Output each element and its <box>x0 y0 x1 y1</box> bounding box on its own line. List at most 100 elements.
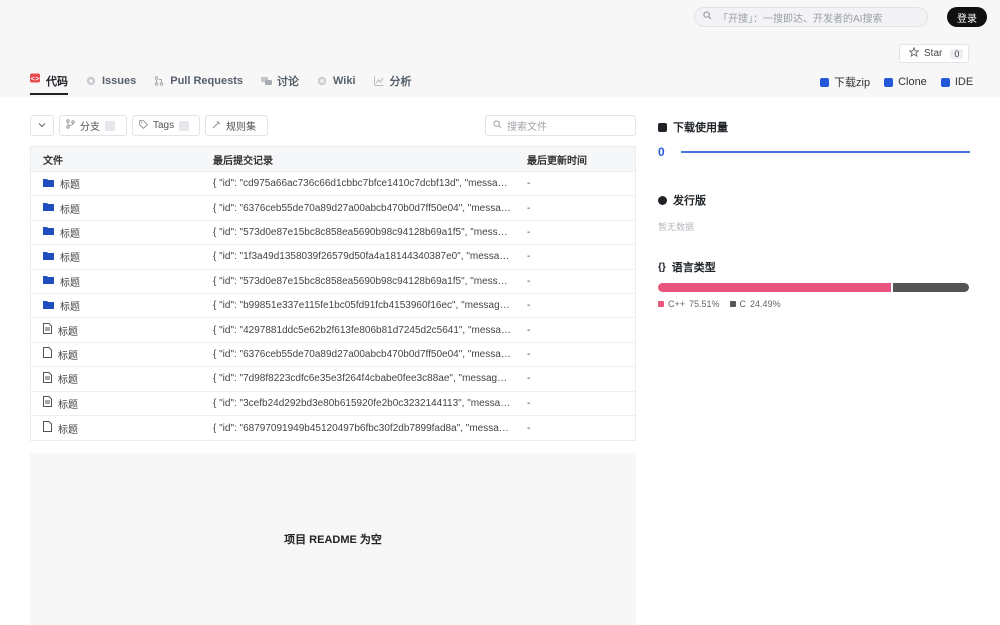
updated-time: - <box>527 300 531 312</box>
language-name: C <box>739 299 747 309</box>
file-cell: 标题 <box>31 201 213 216</box>
branches-button[interactable]: 分支 <box>59 115 127 136</box>
file-name[interactable]: 标题 <box>60 201 80 216</box>
commit-message[interactable]: { "id": "68797091949b45120497b6fbc30f2db… <box>213 423 515 434</box>
language-percent: 24.49% <box>750 299 781 309</box>
table-row[interactable]: 标题 { "id": "6376ceb55de70a89d27a00abcb470… <box>31 196 635 221</box>
file-toolbar: 分支 Tags 规则集 搜索文件 <box>30 115 636 136</box>
tab-pull-requests-label: Pull Requests <box>170 75 243 87</box>
file-cell: 标题 <box>31 421 213 436</box>
release-empty: 暂无数据 <box>658 222 695 232</box>
updated-time: - <box>527 202 531 214</box>
top-bar: 「开搜」：一搜即达、开发者的AI搜索 登录 Star 0 <> 代码 Issue… <box>0 0 1000 97</box>
issues-icon <box>86 76 96 86</box>
download-icon <box>658 122 667 132</box>
search-icon <box>703 11 712 23</box>
tab-issues[interactable]: Issues <box>86 71 136 91</box>
table-row[interactable]: 标题 { "id": "4297881ddc5e62b2f613fe806b81d… <box>31 318 635 343</box>
release-section: 发行版 暂无数据 <box>658 192 970 233</box>
file-cell: 标题 <box>31 298 213 313</box>
file-cell: 标题 <box>31 176 213 191</box>
file-text-icon <box>43 323 52 337</box>
language-segment <box>658 283 892 292</box>
file-name[interactable]: 标题 <box>60 176 80 191</box>
table-row[interactable]: 标题 { "id": "573d0e87e15bc8c858ea5690b98c9… <box>31 221 635 246</box>
file-name[interactable]: 标题 <box>58 371 78 386</box>
file-name[interactable]: 标题 <box>58 396 78 411</box>
clone-button[interactable]: Clone <box>884 74 927 90</box>
updated-time: - <box>527 397 531 409</box>
table-row[interactable]: 标题 { "id": "1f3a49d1358039f26579d50fa4a18… <box>31 245 635 270</box>
commit-message[interactable]: { "id": "573d0e87e15bc8c858ea5690b98c941… <box>213 276 515 287</box>
commit-message[interactable]: { "id": "3cefb24d292bd3e80b615920fe2b0c3… <box>213 398 515 409</box>
table-row[interactable]: 标题 { "id": "68797091949b45120497b6fbc30f2… <box>31 416 635 440</box>
header-file: 文件 <box>43 155 63 167</box>
commit-message[interactable]: { "id": "b99851e337e115fe1bc05fd91fcb415… <box>213 300 515 311</box>
table-row[interactable]: 标题 { "id": "7d98f8223cdfc6e35e3f264f4cbab… <box>31 367 635 392</box>
repo-tabs: <> 代码 Issues Pull Requests 讨论 Wiki 分析 <box>30 71 412 97</box>
tab-analysis[interactable]: 分析 <box>373 71 412 91</box>
download-zip-button[interactable]: 下载zip <box>820 74 870 90</box>
login-button[interactable]: 登录 <box>947 7 987 27</box>
download-icon <box>820 77 829 87</box>
chart-icon <box>373 76 384 86</box>
file-name[interactable]: 标题 <box>60 225 80 240</box>
updated-time: - <box>527 348 531 360</box>
rules-label: 规则集 <box>226 122 256 133</box>
file-name[interactable]: 标题 <box>58 421 78 436</box>
language-bar <box>658 283 969 292</box>
header-last-commit: 最后提交记录 <box>213 155 273 167</box>
file-name[interactable]: 标题 <box>60 249 80 264</box>
tab-pull-requests[interactable]: Pull Requests <box>154 71 243 91</box>
file-search-input[interactable]: 搜索文件 <box>485 115 636 136</box>
download-zip-label: 下载zip <box>834 77 871 89</box>
file-name[interactable]: 标题 <box>60 274 80 289</box>
file-name[interactable]: 标题 <box>58 347 78 362</box>
table-row[interactable]: 标题 { "id": "3cefb24d292bd3e80b615920fe2b0… <box>31 392 635 416</box>
commit-message[interactable]: { "id": "cd975a66ac736c66d1cbbc7bfce1410… <box>213 178 515 189</box>
search-icon <box>493 119 502 132</box>
commit-message[interactable]: { "id": "6376ceb55de70a89d27a00abcb470b0… <box>213 349 515 360</box>
tab-discussion[interactable]: 讨论 <box>261 71 299 91</box>
file-name[interactable]: 标题 <box>60 298 80 313</box>
commit-message[interactable]: { "id": "4297881ddc5e62b2f613fe806b81d72… <box>213 325 515 336</box>
languages-title: 语言类型 <box>671 262 716 274</box>
readme-empty-text: 项目 README 为空 <box>284 534 382 546</box>
file-search-placeholder: 搜索文件 <box>507 122 547 133</box>
rules-button[interactable]: 规则集 <box>205 115 268 136</box>
file-cell: 标题 <box>31 323 213 338</box>
file-cell: 标题 <box>31 249 213 264</box>
table-row[interactable]: 标题 { "id": "cd975a66ac736c66d1cbbc7bfce14… <box>31 172 635 197</box>
table-row[interactable]: 标题 { "id": "573d0e87e15bc8c858ea5690b98c9… <box>31 270 635 294</box>
file-name[interactable]: 标题 <box>58 323 78 338</box>
star-count: 0 <box>950 48 964 59</box>
tab-code[interactable]: <> 代码 <box>30 71 68 95</box>
pull-request-icon <box>154 76 164 86</box>
branch-icon <box>66 119 75 132</box>
commit-message[interactable]: { "id": "7d98f8223cdfc6e35e3f264f4cbabe0… <box>213 373 515 384</box>
table-row[interactable]: 标题 { "id": "b99851e337e115fe1bc05fd91fcb4… <box>31 294 635 319</box>
tags-button[interactable]: Tags <box>132 115 200 136</box>
file-icon <box>43 421 52 435</box>
release-title: 发行版 <box>673 195 706 207</box>
ide-button[interactable]: IDE <box>940 74 973 90</box>
commit-message[interactable]: { "id": "6376ceb55de70a89d27a00abcb470b0… <box>213 203 515 214</box>
file-cell: 标题 <box>31 371 213 386</box>
file-text-icon <box>43 396 52 410</box>
commit-message[interactable]: { "id": "573d0e87e15bc8c858ea5690b98c941… <box>213 227 515 238</box>
folder-icon <box>43 300 54 312</box>
branch-dropdown[interactable] <box>30 115 54 136</box>
tab-discussion-label: 讨论 <box>277 76 299 88</box>
discussion-icon <box>261 76 272 86</box>
updated-time: - <box>527 251 531 263</box>
language-legend-item: C++ 75.51% <box>658 299 720 309</box>
tab-wiki[interactable]: Wiki <box>317 71 356 91</box>
tag-icon <box>139 119 149 132</box>
global-search-input[interactable]: 「开搜」：一搜即达、开发者的AI搜索 <box>694 7 928 27</box>
commit-message[interactable]: { "id": "1f3a49d1358039f26579d50fa4a1814… <box>213 251 515 262</box>
code-icon: <> <box>30 73 40 83</box>
language-color-swatch <box>729 301 736 307</box>
star-button[interactable]: Star 0 <box>899 44 969 63</box>
table-row[interactable]: 标题 { "id": "6376ceb55de70a89d27a00abcb470… <box>31 343 635 368</box>
readme-panel: 项目 README 为空 <box>30 453 636 625</box>
